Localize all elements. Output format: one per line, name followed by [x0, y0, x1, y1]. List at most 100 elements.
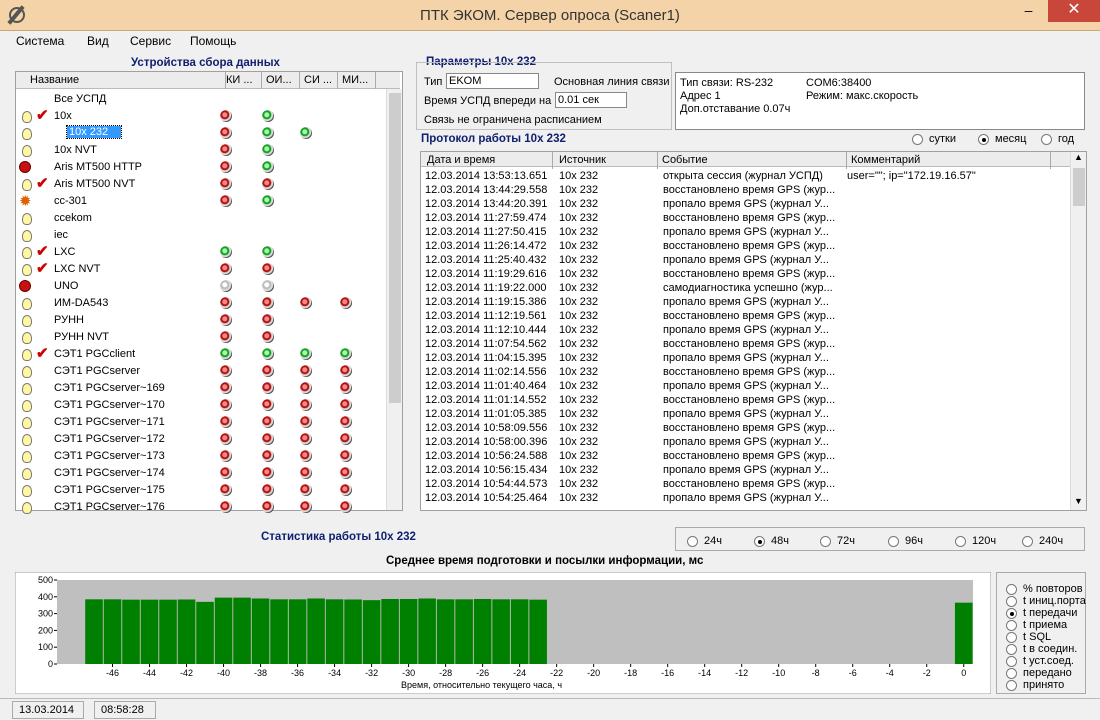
protocol-row[interactable]: 12.03.2014 11:19:22.000 10x 232 самодиагно… — [425, 282, 1065, 296]
protocol-row[interactable]: 12.03.2014 11:25:40.432 10x 232 пропало вр… — [425, 254, 1065, 268]
protocol-row[interactable]: 12.03.2014 11:01:05.385 10x 232 пропало вр… — [425, 408, 1065, 422]
device-row[interactable]: 10x 232 — [16, 125, 386, 142]
protocol-row[interactable]: 12.03.2014 11:01:40.464 10x 232 пропало вр… — [425, 380, 1065, 394]
error-icon — [19, 161, 31, 173]
device-row[interactable]: 10x NVT — [16, 142, 386, 159]
metric-label: t уст.соед. — [1023, 655, 1074, 667]
device-row[interactable]: СЭТ1 PGCserver~172 — [16, 431, 386, 448]
protocol-row[interactable]: 12.03.2014 10:56:24.588 10x 232 восстановл… — [425, 450, 1065, 464]
metric-radio[interactable] — [1006, 668, 1017, 679]
protocol-row[interactable]: 12.03.2014 11:27:59.474 10x 232 восстановл… — [425, 212, 1065, 226]
protocol-row[interactable]: 12.03.2014 11:19:15.386 10x 232 пропало вр… — [425, 296, 1065, 310]
cell-source: 10x 232 — [559, 338, 599, 350]
scroll-down-icon[interactable]: ▼ — [1074, 496, 1083, 506]
col-name[interactable]: Название — [26, 72, 226, 89]
device-row[interactable]: СЭТ1 PGCserver~173 — [16, 448, 386, 465]
menu-help[interactable]: Помощь — [190, 34, 236, 48]
col-ki[interactable]: КИ ... — [222, 72, 262, 89]
device-name: 10x NVT — [54, 144, 97, 156]
error-icon — [19, 280, 31, 292]
device-row[interactable]: ✔ LXC — [16, 243, 386, 261]
metric-radio[interactable] — [1006, 620, 1017, 631]
metric-radio[interactable] — [1006, 608, 1017, 619]
device-row[interactable]: UNO — [16, 278, 386, 295]
status-dot-icon — [262, 297, 274, 309]
period-radio[interactable] — [1041, 134, 1052, 145]
metric-radio[interactable] — [1006, 584, 1017, 595]
device-row[interactable]: РУНН NVT — [16, 329, 386, 346]
device-row[interactable]: СЭТ1 PGCserver~174 — [16, 465, 386, 482]
cell-event: самодиагностика успешно (жур... — [663, 282, 833, 294]
range-radio[interactable] — [1022, 536, 1033, 547]
device-row[interactable]: Все УСПД — [16, 91, 386, 108]
metric-radio[interactable] — [1006, 596, 1017, 607]
col-si[interactable]: СИ ... — [300, 72, 338, 89]
time-ahead-field[interactable]: 0.01 сек — [555, 92, 627, 108]
device-row[interactable]: РУНН — [16, 312, 386, 329]
menu-service[interactable]: Сервис — [130, 34, 171, 48]
menu-view[interactable]: Вид — [87, 34, 109, 48]
protocol-row[interactable]: 12.03.2014 11:27:50.415 10x 232 пропало вр… — [425, 226, 1065, 240]
device-row[interactable]: ✔ СЭТ1 PGCclient — [16, 345, 386, 363]
protocol-row[interactable]: 12.03.2014 10:58:00.396 10x 232 пропало вр… — [425, 436, 1065, 450]
device-row[interactable]: СЭТ1 PGCserver~169 — [16, 380, 386, 397]
scroll-up-icon[interactable]: ▲ — [1074, 152, 1083, 162]
close-button[interactable]: ✕ — [1048, 0, 1100, 22]
device-row[interactable]: ✔ Aris MT500 NVT — [16, 175, 386, 193]
device-row[interactable]: СЭТ1 PGCserver~170 — [16, 397, 386, 414]
protocol-row[interactable]: 12.03.2014 13:44:20.391 10x 232 пропало вр… — [425, 198, 1065, 212]
protocol-row[interactable]: 12.03.2014 11:12:19.561 10x 232 восстановл… — [425, 310, 1065, 324]
protocol-row[interactable]: 12.03.2014 11:04:15.395 10x 232 пропало вр… — [425, 352, 1065, 366]
range-radio[interactable] — [687, 536, 698, 547]
protocol-row[interactable]: 12.03.2014 11:26:14.472 10x 232 восстановл… — [425, 240, 1065, 254]
protocol-row[interactable]: 12.03.2014 13:44:29.558 10x 232 восстановл… — [425, 184, 1065, 198]
protocol-row[interactable]: 12.03.2014 11:19:29.616 10x 232 восстановл… — [425, 268, 1065, 282]
period-radio[interactable] — [912, 134, 923, 145]
protocol-row[interactable]: 12.03.2014 13:53:13.651 10x 232 открыта се… — [425, 170, 1065, 184]
col-comment[interactable]: Комментарий — [847, 152, 1051, 169]
protocol-row[interactable]: 12.03.2014 10:54:44.573 10x 232 восстановл… — [425, 478, 1065, 492]
range-radio[interactable] — [955, 536, 966, 547]
col-datetime[interactable]: Дата и время — [423, 152, 553, 169]
status-dot-icon — [300, 297, 312, 309]
protocol-row[interactable]: 12.03.2014 11:07:54.562 10x 232 восстановл… — [425, 338, 1065, 352]
device-row[interactable]: Aris MT500 HTTP — [16, 159, 386, 176]
col-source[interactable]: Источник — [555, 152, 658, 169]
devices-scroll-thumb[interactable] — [389, 93, 401, 403]
minimize-button[interactable]: – — [1015, 0, 1042, 22]
protocol-row[interactable]: 12.03.2014 11:12:10.444 10x 232 пропало вр… — [425, 324, 1065, 338]
metric-radio[interactable] — [1006, 680, 1017, 691]
protocol-scroll-thumb[interactable] — [1073, 168, 1085, 206]
device-row[interactable]: ИМ-DA543 — [16, 295, 386, 312]
protocol-row[interactable]: 12.03.2014 10:54:25.464 10x 232 пропало вр… — [425, 492, 1065, 506]
metric-radio[interactable] — [1006, 644, 1017, 655]
device-row[interactable]: СЭТ1 PGCserver~175 — [16, 482, 386, 499]
title-bar[interactable]: ПТК ЭКОМ. Сервер опроса (Scaner1) – ✕ — [0, 0, 1100, 31]
range-radio[interactable] — [754, 536, 765, 547]
device-row[interactable]: ✹ cc-301 — [16, 193, 386, 210]
col-oi[interactable]: ОИ... — [262, 72, 300, 89]
device-row[interactable]: ccekom — [16, 210, 386, 227]
col-event[interactable]: Событие — [658, 152, 847, 169]
device-row[interactable]: iec — [16, 227, 386, 244]
range-radio[interactable] — [888, 536, 899, 547]
protocol-row[interactable]: 12.03.2014 11:02:14.556 10x 232 восстановл… — [425, 366, 1065, 380]
devices-scrollbar[interactable] — [386, 89, 402, 510]
period-radio[interactable] — [978, 134, 989, 145]
protocol-row[interactable]: 12.03.2014 10:58:09.556 10x 232 восстановл… — [425, 422, 1065, 436]
protocol-row[interactable]: 12.03.2014 10:56:15.434 10x 232 пропало вр… — [425, 464, 1065, 478]
menu-system[interactable]: Система — [16, 34, 64, 48]
metric-radio[interactable] — [1006, 656, 1017, 667]
device-row[interactable]: СЭТ1 PGCserver — [16, 363, 386, 380]
range-radio[interactable] — [820, 536, 831, 547]
protocol-row[interactable]: 12.03.2014 11:01:14.552 10x 232 восстановл… — [425, 394, 1065, 408]
device-row[interactable]: ✔ 10x — [16, 107, 386, 125]
x-tick-label: -20 — [587, 668, 600, 678]
col-mi[interactable]: МИ... — [338, 72, 376, 89]
device-row[interactable]: СЭТ1 PGCserver~176 — [16, 499, 386, 516]
metric-radio[interactable] — [1006, 632, 1017, 643]
type-field[interactable]: EKOM — [446, 73, 539, 89]
device-row[interactable]: СЭТ1 PGCserver~171 — [16, 414, 386, 431]
protocol-scrollbar[interactable]: ▲ ▼ — [1070, 152, 1086, 510]
device-row[interactable]: ✔ LXC NVT — [16, 260, 386, 278]
